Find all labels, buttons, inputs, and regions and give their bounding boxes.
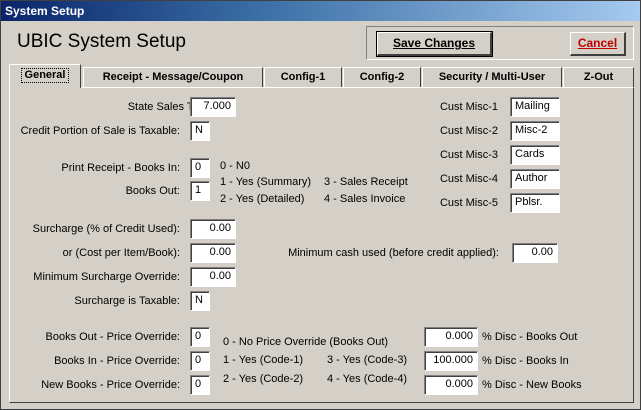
print-option-4: 4 - Sales Invoice: [324, 193, 406, 205]
save-changes-button[interactable]: Save Changes: [376, 31, 493, 57]
cust-misc-3-field[interactable]: Cards: [510, 145, 560, 165]
tab-config-1[interactable]: Config-1: [264, 67, 342, 87]
state-sales-tax-field[interactable]: 7.000: [190, 97, 236, 117]
print-option-0: 0 - N0: [220, 160, 250, 172]
price-option-2: 2 - Yes (Code-2): [223, 373, 304, 385]
cust-misc-5-field[interactable]: Pblsr.: [510, 193, 560, 213]
surcharge-pct-label: Surcharge (% of Credit Used):: [32, 223, 180, 235]
tab-security-multi-user[interactable]: Security / Multi-User: [422, 67, 562, 87]
print-receipt-books-in-label: Print Receipt - Books In:: [61, 162, 180, 174]
cust-misc-3-label: Cust Misc-3: [439, 149, 498, 161]
min-surcharge-field[interactable]: 0.00: [190, 267, 236, 287]
credit-taxable-label: Credit Portion of Sale is Taxable:: [20, 125, 180, 137]
cust-misc-2-field[interactable]: Misc-2: [510, 121, 560, 141]
books-out-field[interactable]: 1: [190, 181, 210, 201]
new-books-price-override-label: New Books - Price Override:: [41, 379, 180, 391]
surcharge-taxable-label: Surcharge is Taxable:: [74, 295, 180, 307]
tab-z-out[interactable]: Z-Out: [563, 67, 634, 87]
new-books-price-override-field[interactable]: 0: [190, 375, 210, 395]
title-bar[interactable]: System Setup: [1, 1, 640, 21]
tab-receipt-message-coupon[interactable]: Receipt - Message/Coupon: [83, 67, 263, 87]
print-option-2: 2 - Yes (Detailed): [220, 193, 305, 205]
books-out-label: Books Out:: [125, 185, 180, 197]
cust-misc-1-label: Cust Misc-1: [439, 101, 498, 113]
books-out-price-override-label: Books Out - Price Override:: [45, 331, 181, 343]
books-out-price-override-field[interactable]: 0: [190, 327, 210, 347]
window-title: System Setup: [5, 4, 85, 18]
books-in-price-override-label: Books In - Price Override:: [54, 355, 180, 367]
price-option-0: 0 - No Price Override (Books Out): [223, 336, 389, 348]
cust-misc-1-field[interactable]: Mailing: [510, 97, 560, 117]
books-in-price-override-field[interactable]: 0: [190, 351, 210, 371]
price-option-4: 4 - Yes (Code-4): [327, 373, 408, 385]
system-setup-window: System Setup UBIC System Setup Save Chan…: [0, 0, 641, 410]
min-cash-field[interactable]: 0.00: [512, 243, 558, 263]
disc-books-out-field[interactable]: 0.000: [424, 327, 478, 347]
print-option-1: 1 - Yes (Summary): [220, 176, 312, 188]
price-option-1: 1 - Yes (Code-1): [223, 354, 304, 366]
cancel-label: Cancel: [577, 36, 618, 50]
tab-config-2[interactable]: Config-2: [343, 67, 421, 87]
min-cash-label: Minimum cash used (before credit applied…: [288, 247, 499, 259]
cust-misc-2-label: Cust Misc-2: [439, 125, 498, 137]
page-title: UBIC System Setup: [17, 31, 186, 52]
action-button-group: Save Changes Cancel: [366, 26, 634, 60]
disc-new-books-label: % Disc - New Books: [482, 379, 582, 391]
tab-strip: General Receipt - Message/Coupon Config-…: [9, 64, 634, 88]
surcharge-taxable-field[interactable]: N: [190, 291, 210, 311]
price-option-3: 3 - Yes (Code-3): [327, 354, 408, 366]
surcharge-pct-field[interactable]: 0.00: [190, 219, 236, 239]
cust-misc-4-label: Cust Misc-4: [439, 173, 498, 185]
print-receipt-books-in-field[interactable]: 0: [190, 158, 210, 178]
surcharge-cost-field[interactable]: 0.00: [190, 243, 236, 263]
cancel-button[interactable]: Cancel: [570, 32, 626, 56]
cust-misc-5-label: Cust Misc-5: [439, 197, 498, 209]
save-changes-label: Save Changes: [392, 36, 476, 50]
credit-taxable-field[interactable]: N: [190, 121, 210, 141]
cust-misc-4-field[interactable]: Author: [510, 169, 560, 189]
tab-general[interactable]: General: [9, 64, 81, 88]
min-surcharge-label: Minimum Surcharge Override:: [33, 271, 180, 283]
disc-new-books-field[interactable]: 0.000: [424, 375, 478, 395]
disc-books-in-field[interactable]: 100.000: [424, 351, 478, 371]
disc-books-out-label: % Disc - Books Out: [482, 331, 578, 343]
disc-books-in-label: % Disc - Books In: [482, 355, 569, 367]
surcharge-cost-label: or (Cost per Item/Book):: [62, 247, 180, 259]
print-option-3: 3 - Sales Receipt: [324, 176, 408, 188]
